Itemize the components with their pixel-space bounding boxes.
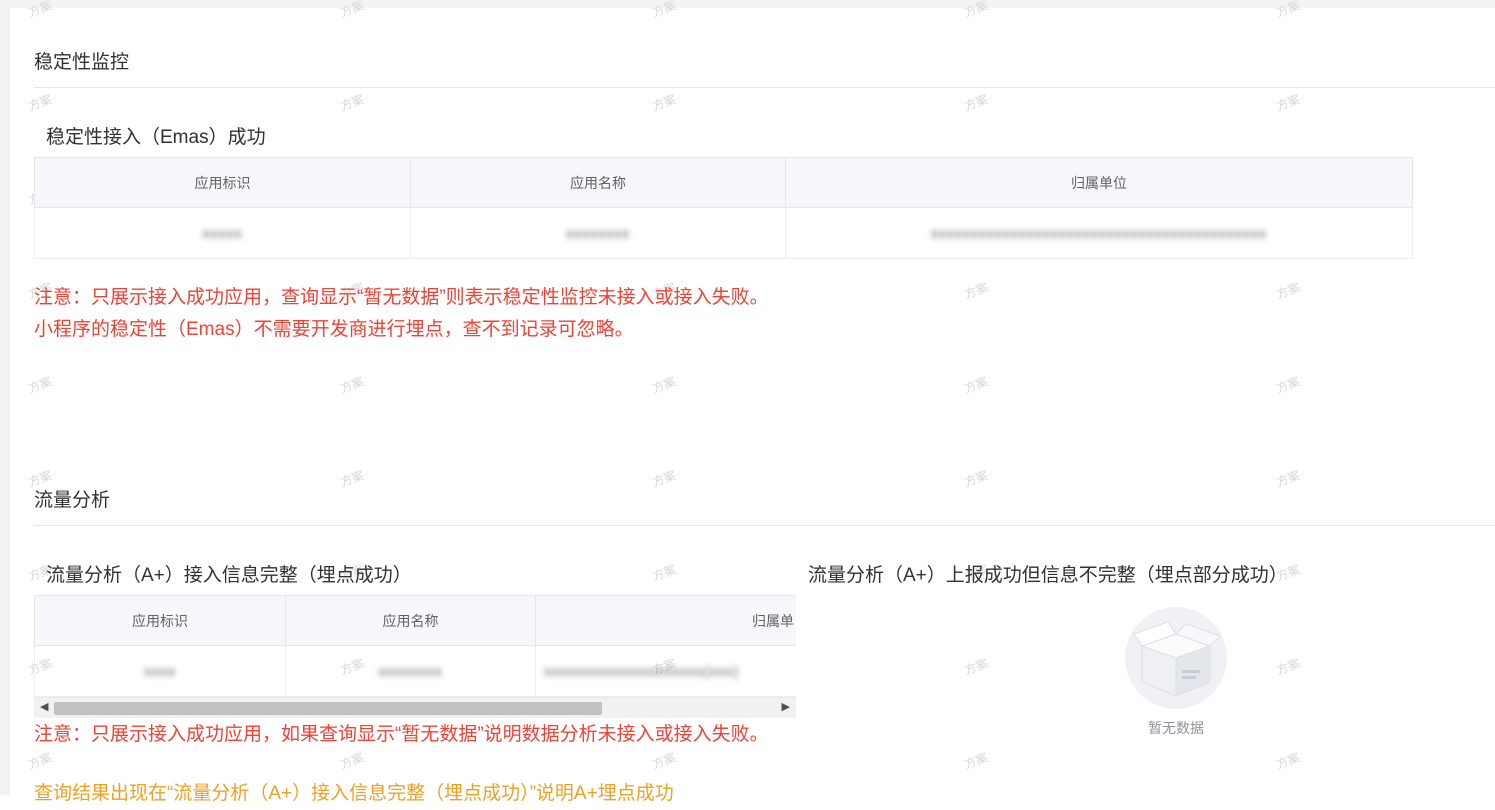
cell-app-name-text: xxxxxxxx bbox=[566, 225, 630, 241]
table-row[interactable]: xxxxx xxxxxxxx xxxxxxxxxxxxxxxxxxxxxxxxx… bbox=[34, 207, 1413, 259]
watermark-text: 方案 bbox=[962, 656, 990, 678]
empty-box-icon bbox=[1125, 607, 1227, 709]
cell-unit: xxxxxxxxxxxxxxxxxxxxxxxxxxxxxxxxxxxxxxxx… bbox=[785, 207, 1413, 259]
watermark-text: 方案 bbox=[338, 92, 366, 114]
watermark-text: 方案 bbox=[1274, 468, 1302, 490]
traffic-table-viewport[interactable]: 应用标识 应用名称 归属单 xxxx xxxxxxxx xxxxxxxxxxxx… bbox=[34, 595, 796, 697]
column-header-app-id[interactable]: 应用标识 bbox=[34, 595, 286, 646]
cell-app-id-text: xxxxx bbox=[202, 225, 243, 241]
watermark-text: 方案 bbox=[1274, 656, 1302, 678]
traffic-table: 应用标识 应用名称 归属单 xxxx xxxxxxxx xxxxxxxxxxxx… bbox=[34, 595, 796, 697]
watermark-text: 方案 bbox=[650, 562, 678, 584]
empty-state-text: 暂无数据 bbox=[1148, 720, 1204, 736]
watermark-text: 方案 bbox=[650, 92, 678, 114]
cell-app-id: xxxxx bbox=[34, 207, 411, 259]
watermark-text: 方案 bbox=[26, 750, 54, 772]
watermark-text: 方案 bbox=[962, 750, 990, 772]
cell-unit-text: xxxxxxxxxxxxxxxxxxxx(xxx) bbox=[544, 663, 740, 679]
watermark-text: 方案 bbox=[338, 468, 366, 490]
table-header-row: 应用标识 应用名称 归属单 bbox=[34, 595, 796, 646]
column-header-unit[interactable]: 归属单位 bbox=[785, 157, 1413, 208]
table-row[interactable]: xxxx xxxxxxxx xxxxxxxxxxxxxxxxxxxx(xxx) bbox=[34, 645, 796, 697]
stability-note-line2: 小程序的稳定性（Emas）不需要开发商进行埋点，查不到记录可忽略。 bbox=[34, 319, 634, 340]
watermark-text: 方案 bbox=[962, 92, 990, 114]
watermark-text: 方案 bbox=[1274, 374, 1302, 396]
scroll-right-arrow-icon[interactable]: ▶ bbox=[782, 700, 790, 713]
subtitle-stability-success: 稳定性接入（Emas）成功 bbox=[46, 127, 266, 148]
column-header-app-name[interactable]: 应用名称 bbox=[285, 595, 536, 646]
traffic-note-orange: 查询结果出现在“流量分析（A+）接入信息完整（埋点成功）”说明A+埋点成功 bbox=[34, 783, 674, 804]
watermark-text: 方案 bbox=[650, 374, 678, 396]
watermark-text: 方案 bbox=[1274, 750, 1302, 772]
watermark-text: 方案 bbox=[962, 468, 990, 490]
stability-table: 应用标识 应用名称 归属单位 xxxxx xxxxxxxx xxxxxxxxxx… bbox=[34, 157, 1413, 259]
section-title-stability: 稳定性监控 bbox=[34, 52, 130, 73]
traffic-note-red: 注意：只展示接入成功应用，如果查询显示“暂无数据”说明数据分析未接入或接入失败。 bbox=[34, 724, 769, 745]
top-border-strip bbox=[0, 0, 1495, 8]
watermark-text: 方案 bbox=[338, 374, 366, 396]
scroll-left-arrow-icon[interactable]: ◀ bbox=[40, 700, 48, 713]
subtitle-traffic-complete: 流量分析（A+）接入信息完整（埋点成功） bbox=[46, 565, 412, 586]
cell-unit: xxxxxxxxxxxxxxxxxxxx(xxx) bbox=[535, 645, 796, 697]
watermark-text: 方案 bbox=[338, 750, 366, 772]
cell-app-name: xxxxxxxx bbox=[285, 645, 536, 697]
cell-app-id-text: xxxx bbox=[144, 663, 176, 679]
empty-state bbox=[1120, 604, 1232, 709]
cell-app-name: xxxxxxxx bbox=[410, 207, 786, 259]
cell-unit-text: xxxxxxxxxxxxxxxxxxxxxxxxxxxxxxxxxxxxxxxx… bbox=[931, 225, 1267, 241]
table-header-row: 应用标识 应用名称 归属单位 bbox=[34, 157, 1413, 208]
watermark-text: 方案 bbox=[1274, 92, 1302, 114]
section-title-traffic: 流量分析 bbox=[34, 490, 111, 511]
stability-note-line1: 注意：只展示接入成功应用，查询显示“暂无数据”则表示稳定性监控未接入或接入失败。 bbox=[34, 287, 769, 308]
column-header-app-name[interactable]: 应用名称 bbox=[410, 157, 786, 208]
watermark-text: 方案 bbox=[650, 750, 678, 772]
divider-traffic bbox=[34, 525, 1495, 526]
column-header-app-id[interactable]: 应用标识 bbox=[34, 157, 411, 208]
watermark-text: 方案 bbox=[26, 374, 54, 396]
cell-app-name-text: xxxxxxxx bbox=[378, 663, 443, 679]
left-border-strip bbox=[0, 0, 10, 795]
subtitle-traffic-partial: 流量分析（A+）上报成功但信息不完整（埋点部分成功） bbox=[808, 565, 1288, 586]
column-header-unit[interactable]: 归属单 bbox=[535, 595, 796, 646]
watermark-text: 方案 bbox=[962, 374, 990, 396]
horizontal-scrollbar[interactable]: ◀ ▶ bbox=[34, 697, 796, 718]
scrollbar-thumb[interactable] bbox=[54, 702, 602, 715]
cell-app-id: xxxx bbox=[34, 645, 286, 697]
watermark-text: 方案 bbox=[650, 468, 678, 490]
divider-stability bbox=[34, 87, 1495, 88]
watermark-text: 方案 bbox=[26, 92, 54, 114]
